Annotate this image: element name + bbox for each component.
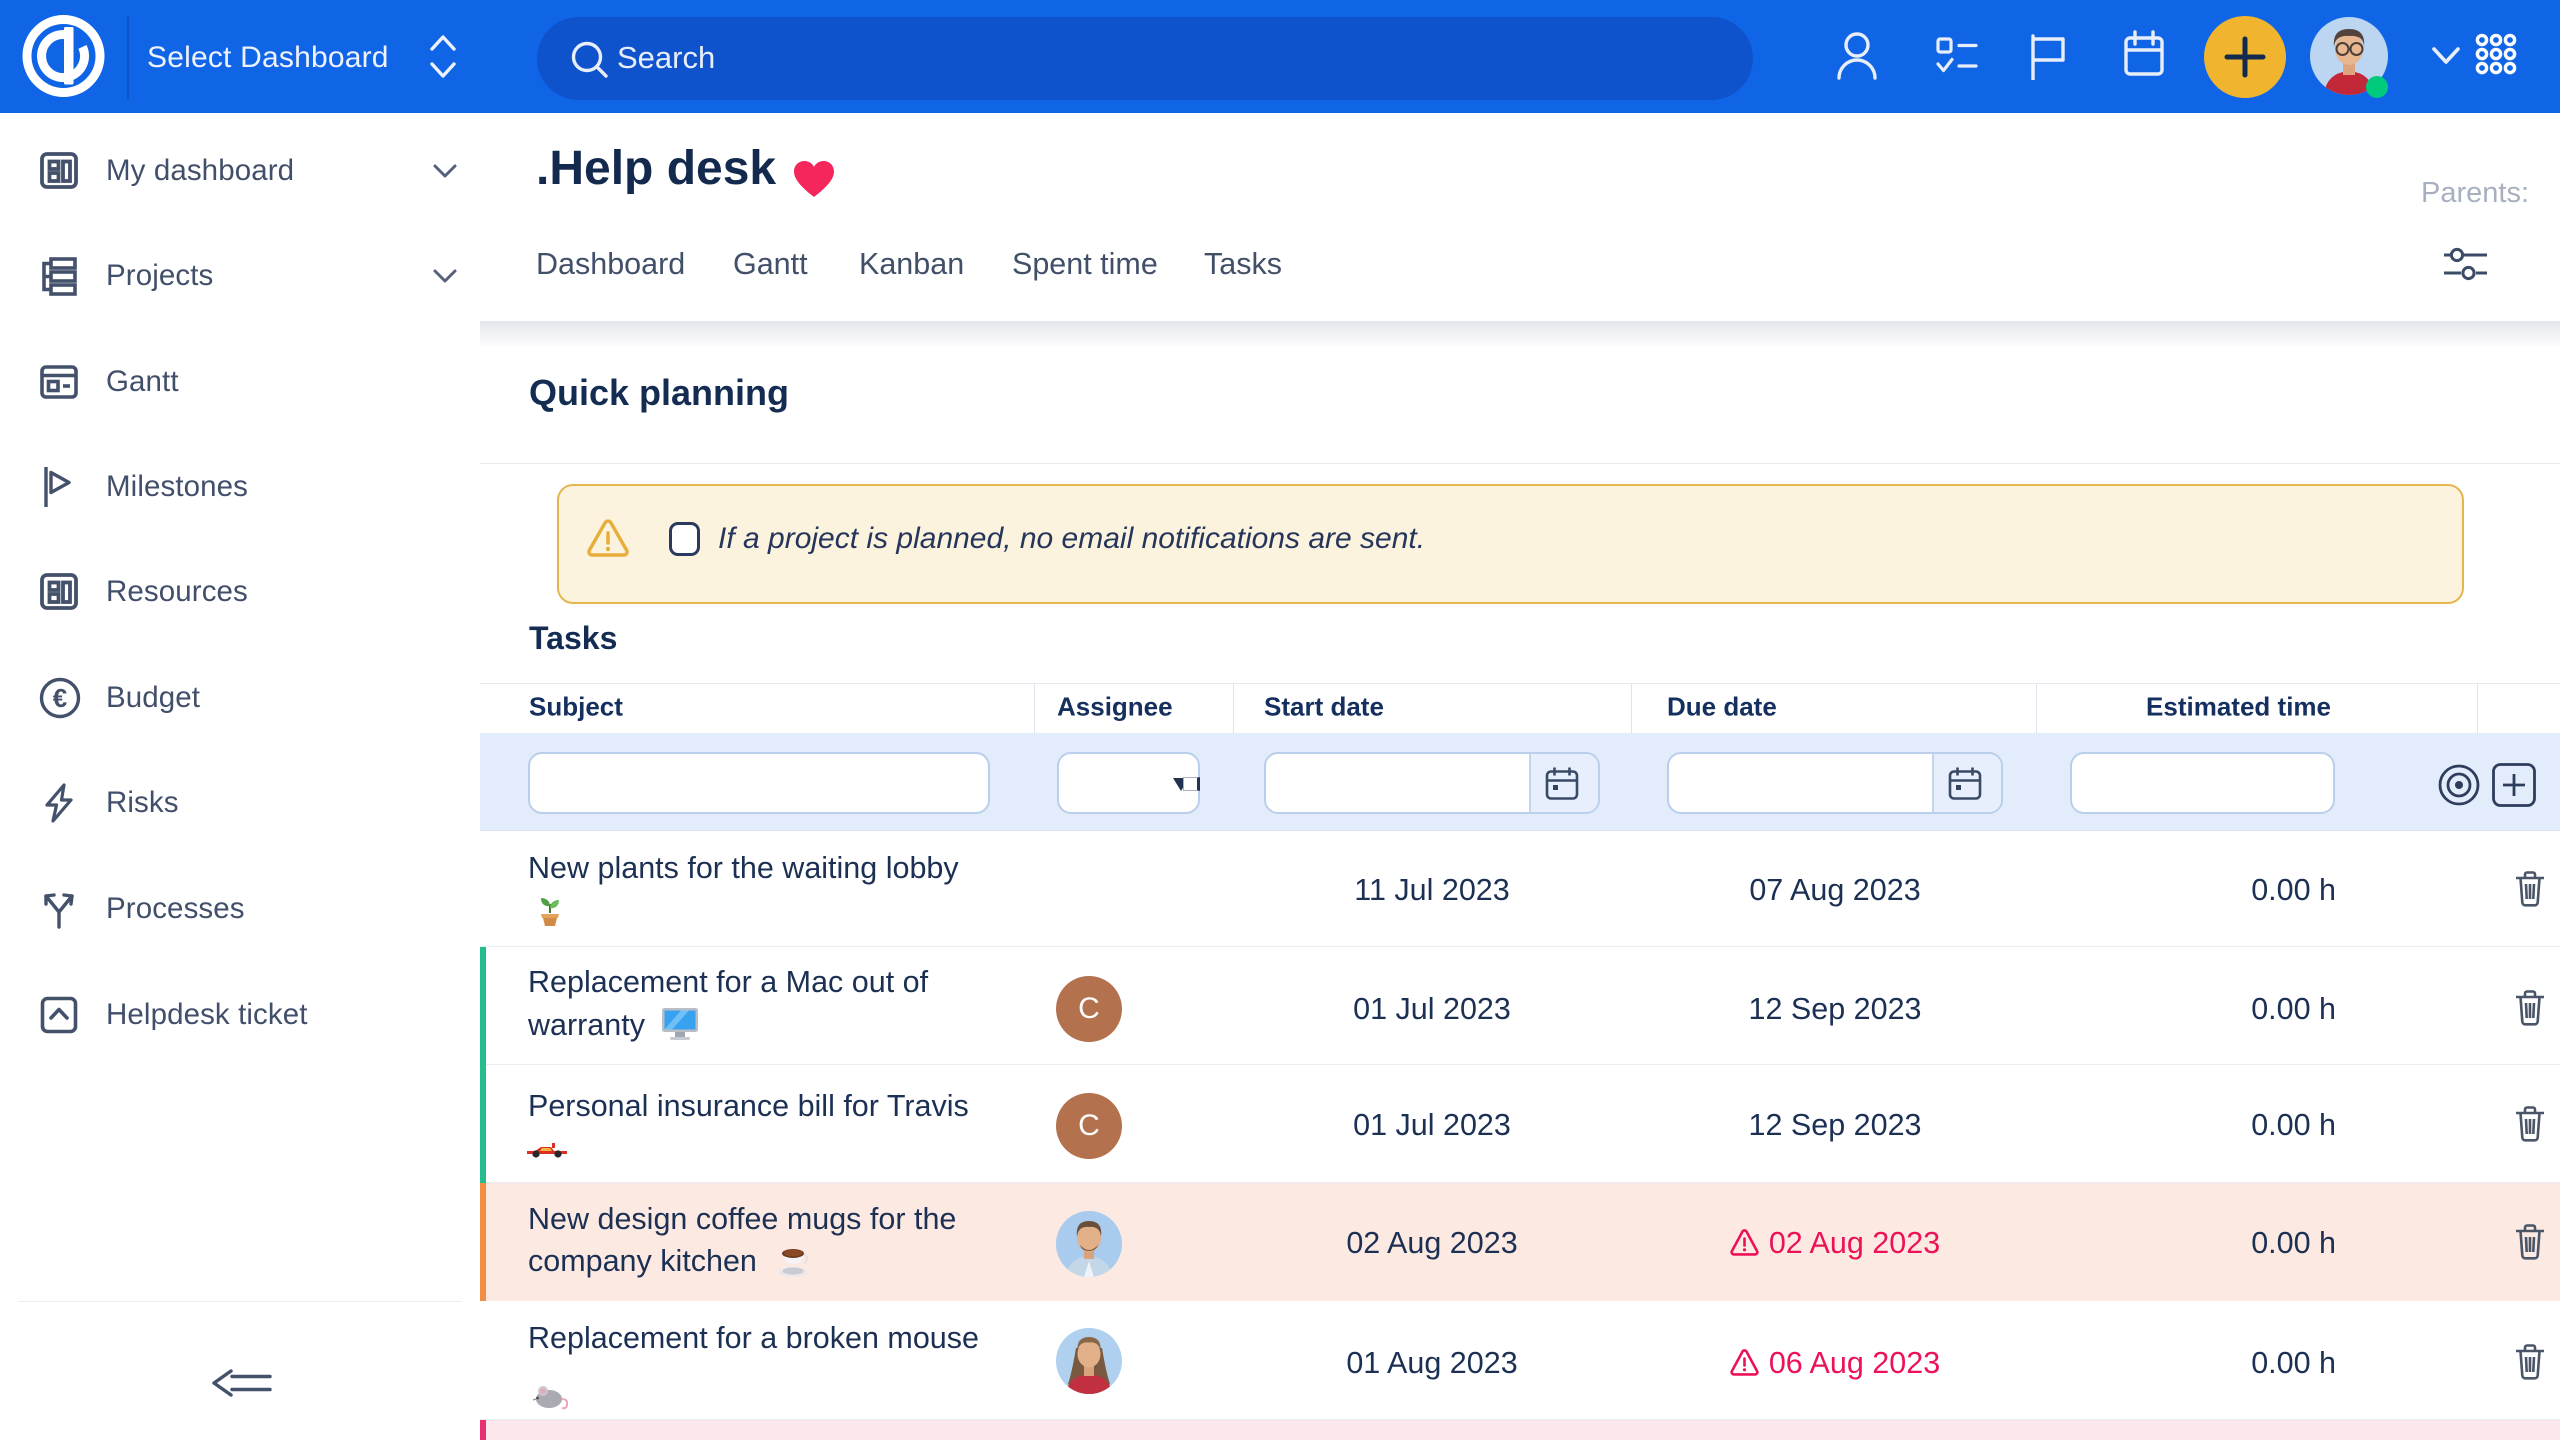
svg-text:€: €	[53, 683, 67, 713]
